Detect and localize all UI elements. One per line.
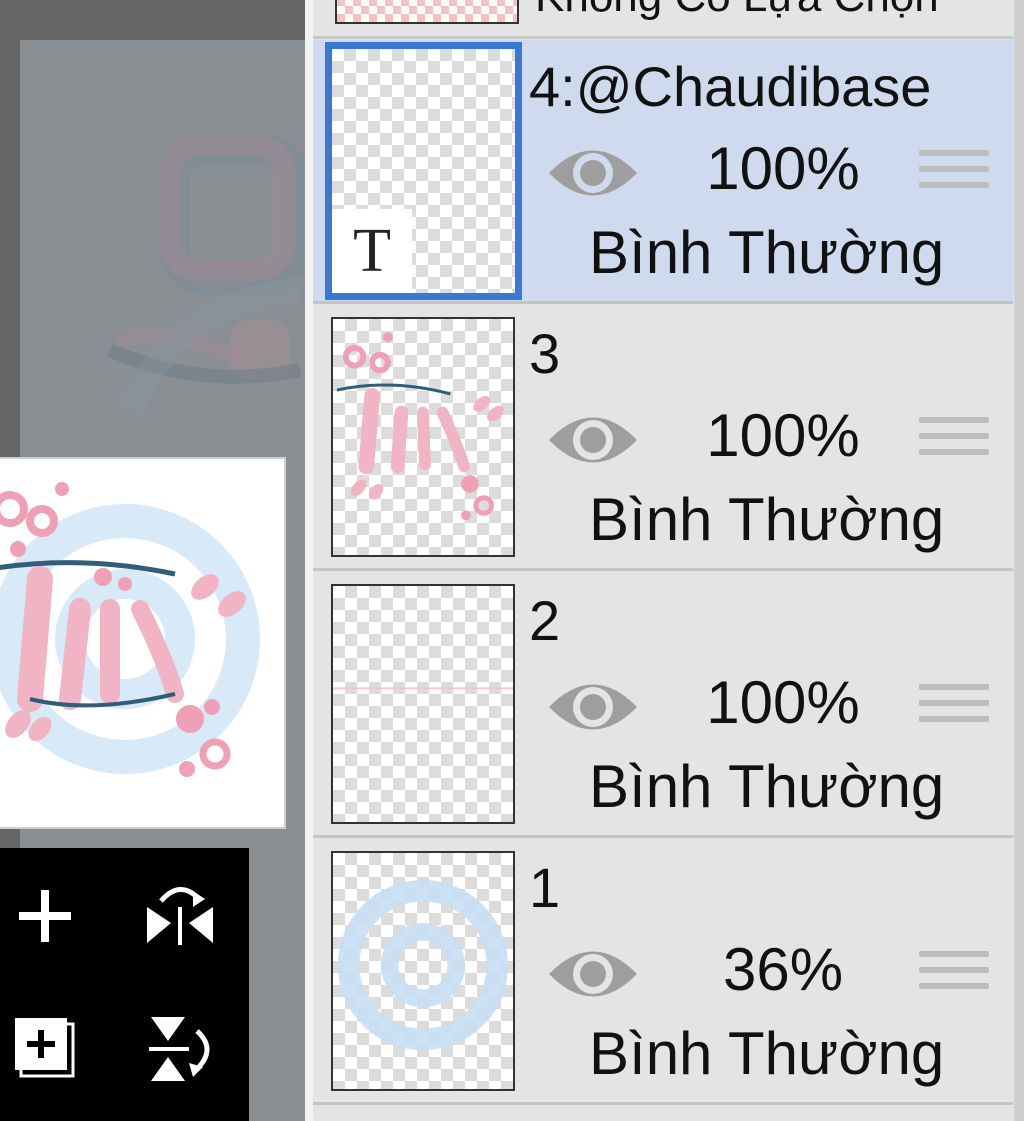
drag-handle-icon[interactable]: [919, 951, 989, 995]
blend-mode[interactable]: Bình Thường: [589, 752, 944, 821]
add-layer-icon[interactable]: [5, 1008, 85, 1088]
canvas-area[interactable]: [0, 0, 305, 1121]
blend-mode[interactable]: Bình Thường: [589, 485, 944, 554]
layer-panel: Không Có Lựa Chọn T 4:@Chaudibase 100% B…: [305, 0, 1024, 1121]
layer-opacity[interactable]: 100%: [703, 668, 863, 737]
layer-row-3[interactable]: 3 100% Bình Thường: [313, 307, 1013, 571]
blend-mode[interactable]: Bình Thường: [589, 218, 944, 287]
layer-label: Không Có Lựa Chọn: [535, 0, 939, 22]
layer-opacity[interactable]: 100%: [703, 134, 863, 203]
layer-row-4[interactable]: T 4:@Chaudibase 100% Bình Thường: [313, 40, 1013, 304]
layer-name: 3: [529, 322, 561, 385]
layer-opacity[interactable]: 100%: [703, 401, 863, 470]
layer-name: 2: [529, 589, 561, 652]
layer-thumbnail: [331, 584, 515, 824]
layer-opacity[interactable]: 36%: [703, 935, 863, 1004]
layer-name: 1: [529, 856, 561, 919]
layer-row-partial[interactable]: Không Có Lựa Chọn: [313, 0, 1013, 39]
layer-thumbnail: [331, 317, 515, 557]
drag-handle-icon[interactable]: [919, 150, 989, 194]
add-icon[interactable]: [5, 876, 85, 956]
layer-thumbnail: [331, 851, 515, 1091]
visibility-eye-icon[interactable]: [545, 939, 641, 1009]
visibility-eye-icon[interactable]: [545, 138, 641, 208]
flip-vertical-icon[interactable]: [140, 1008, 220, 1088]
flip-horizontal-icon[interactable]: [140, 876, 220, 956]
layer-row-1[interactable]: 1 36% Bình Thường: [313, 841, 1013, 1105]
canvas-preview[interactable]: [0, 457, 286, 829]
drag-handle-icon[interactable]: [919, 417, 989, 461]
visibility-eye-icon[interactable]: [545, 405, 641, 475]
panel-scrollbar[interactable]: [1014, 0, 1024, 1121]
layer-thumbnail: T: [325, 42, 522, 300]
visibility-eye-icon[interactable]: [545, 672, 641, 742]
layer-row-2[interactable]: 2 100% Bình Thường: [313, 574, 1013, 838]
transform-toolbox: [0, 848, 249, 1121]
text-layer-badge: T: [332, 209, 412, 293]
drag-handle-icon[interactable]: [919, 684, 989, 728]
layer-name: 4:@Chaudibase: [529, 55, 932, 118]
layer-thumbnail: [335, 0, 519, 24]
blend-mode[interactable]: Bình Thường: [589, 1019, 944, 1088]
